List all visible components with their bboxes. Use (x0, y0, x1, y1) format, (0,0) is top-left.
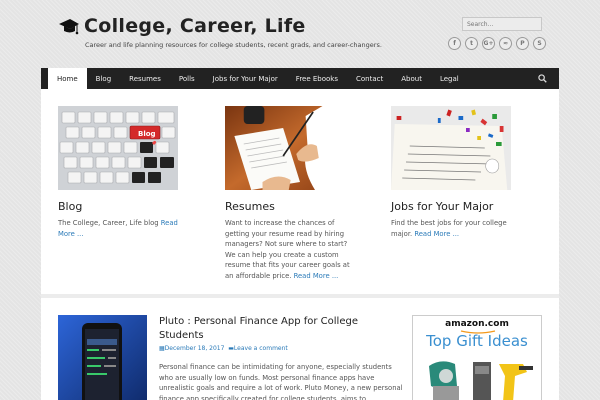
feature-blog: Blog Blog The College, Career, Life blog… (58, 106, 188, 239)
amazon-logo: amazon.com (445, 319, 509, 329)
search-icon[interactable] (538, 74, 547, 83)
main-navigation: Home Blog Resumes Polls Jobs for Your Major F… (41, 68, 559, 89)
gift-products-image (429, 361, 533, 400)
keyboard-blog-key-label: Blog (138, 130, 156, 138)
pluto-app-phone-image[interactable] (58, 315, 147, 400)
read-more-link[interactable]: Read More ... (294, 272, 339, 280)
rss-icon[interactable]: ≈ (499, 37, 512, 50)
feature-resumes: Resumes Want to increase the chances of … (225, 106, 355, 281)
post-date[interactable]: December 18, 2017 (165, 345, 225, 352)
nav-item-resumes[interactable]: Resumes (120, 68, 170, 89)
stumbleupon-icon[interactable]: S (533, 37, 546, 50)
feature-title[interactable]: Blog (58, 200, 188, 213)
feature-description: Want to increase the chances of getting … (225, 219, 350, 280)
nav-item-contact[interactable]: Contact (347, 68, 392, 89)
post-meta: ▦December 18, 2017 ▬Leave a comment (159, 345, 288, 352)
keyboard-blog-image[interactable]: Blog (58, 106, 178, 190)
pinterest-icon[interactable]: P (516, 37, 529, 50)
social-links: f t G+ ≈ P S (448, 37, 546, 50)
nav-item-blog[interactable]: Blog (87, 68, 120, 89)
blog-post: Pluto : Personal Finance App for College… (58, 315, 403, 400)
site-tagline: Career and life planning resources for c… (85, 41, 382, 49)
nav-item-polls[interactable]: Polls (170, 68, 204, 89)
feature-title[interactable]: Resumes (225, 200, 355, 213)
feature-text: The College, Career, Life blog Read More… (58, 218, 188, 239)
post-title[interactable]: Pluto : Personal Finance App for College… (159, 315, 379, 343)
section-divider (41, 294, 559, 298)
ad-title: Top Gift Ideas (426, 332, 528, 350)
site-header: College, Career, Life Career and life pl… (0, 0, 600, 68)
feature-jobs-for-your-major: Jobs for Your Major Find the best jobs f… (391, 106, 521, 239)
comments-link[interactable]: Leave a comment (234, 345, 288, 352)
site-title[interactable]: College, Career, Life (84, 15, 306, 37)
graduation-cap-icon[interactable] (58, 17, 80, 37)
post-excerpt: Personal finance can be intimidating for… (159, 363, 403, 400)
amazon-ad[interactable]: amazon.com Top Gift Ideas (412, 315, 542, 400)
nav-item-jobs-for-your-major[interactable]: Jobs for Your Major (204, 68, 287, 89)
feature-title[interactable]: Jobs for Your Major (391, 200, 521, 213)
nav-item-about[interactable]: About (392, 68, 431, 89)
feature-description: The College, Career, Life blog (58, 219, 161, 227)
main-content: Blog Blog The College, Career, Life blog… (41, 89, 559, 400)
nav-item-home[interactable]: Home (48, 68, 87, 89)
feature-text: Want to increase the chances of getting … (225, 218, 355, 281)
nav-item-free-ebooks[interactable]: Free Ebooks (287, 68, 347, 89)
resume-signing-image[interactable] (225, 106, 345, 190)
diploma-image[interactable] (391, 106, 511, 190)
feature-text: Find the best jobs for your college majo… (391, 218, 521, 239)
facebook-icon[interactable]: f (448, 37, 461, 50)
twitter-icon[interactable]: t (465, 37, 478, 50)
nav-item-legal[interactable]: Legal (431, 68, 468, 89)
read-more-link[interactable]: Read More ... (414, 230, 459, 238)
search-input[interactable] (462, 17, 542, 31)
google-plus-icon[interactable]: G+ (482, 37, 495, 50)
